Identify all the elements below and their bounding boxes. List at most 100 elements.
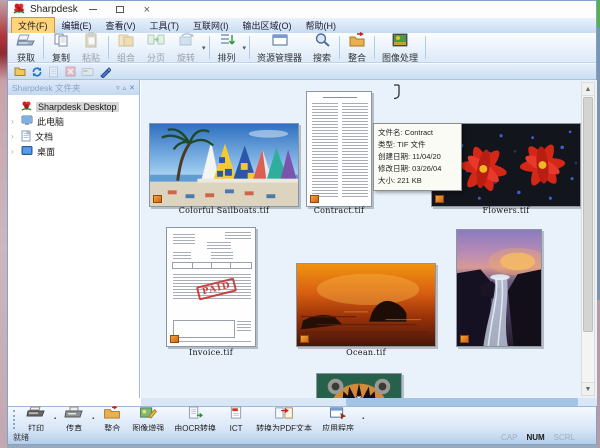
num-lock-indicator: NUM <box>526 433 544 442</box>
folder-pane-title: Sharpdesk 文件夹 <box>12 82 81 94</box>
tree-item-documents[interactable]: › 文档 <box>8 129 139 144</box>
tree-item-label: 此电脑 <box>37 115 64 128</box>
folder-tree: Sharpdesk Desktop › 此电脑 › 文档 › 桌面 <box>8 95 139 159</box>
tooltip-type: 类型: TIF 文件 <box>378 139 457 151</box>
thumbnail-label[interactable]: Colorful Sailboats.tif <box>154 206 294 215</box>
print-button[interactable]: 打印 <box>22 406 50 433</box>
arrange-dropdown-arrow-icon[interactable]: ▾ <box>243 44 247 52</box>
tree-item-label: Sharpdesk Desktop <box>36 102 119 112</box>
thumbnail-label[interactable]: Contract.tif <box>289 206 389 215</box>
compose-folder-icon <box>102 406 122 424</box>
scroll-down-arrow-icon[interactable]: ▼ <box>582 382 594 395</box>
fax-dropdown-arrow-icon[interactable]: ▪ <box>92 416 94 422</box>
applications-button[interactable]: 应用程序 <box>318 406 358 433</box>
thumbnail-contract[interactable] <box>306 91 372 207</box>
sunset-image <box>457 230 541 346</box>
computer-icon <box>21 115 33 128</box>
pane-collapse-icon[interactable]: ▿ <box>116 84 120 92</box>
pane-expand-icon[interactable]: ▵ <box>123 84 127 92</box>
status-ready-text: 就绪 <box>13 432 29 443</box>
tooltip-created: 创建日期: 11/04/20 <box>378 151 457 163</box>
vertical-scrollbar[interactable]: ▲ ▼ <box>581 82 595 396</box>
split-icon <box>146 32 166 53</box>
compose-output-button[interactable]: 整合 <box>98 406 126 433</box>
arrange-icon <box>217 32 237 53</box>
invoice-lines <box>207 242 231 249</box>
output-zone-bar: 打印 ▪ 传真 ▪ 整合 图像增强 由OCR转换 ICT <box>8 406 596 431</box>
paste-icon <box>81 32 101 53</box>
ocr-document-icon <box>185 406 205 424</box>
fax-button[interactable]: 传真 <box>60 406 88 433</box>
scroll-up-arrow-icon[interactable]: ▲ <box>582 83 594 96</box>
document-text-column <box>312 103 338 199</box>
paste-button: 粘贴 <box>76 34 106 62</box>
image-process-button[interactable]: 图像处理 <box>377 34 423 62</box>
tree-item-label: 文档 <box>35 130 53 143</box>
explorer-button[interactable]: 资源管理器 <box>252 34 307 62</box>
document-title-line <box>323 97 357 98</box>
work-area: Colorful Sailboats.tif Contract.tif 文件名:… <box>141 80 597 398</box>
documents-icon <box>21 130 31 144</box>
convert-pdf-text-button[interactable]: 转换为PDF文本 <box>252 406 316 433</box>
minimize-button[interactable] <box>81 3 105 16</box>
search-button[interactable]: 搜索 <box>307 34 337 62</box>
explorer-window-icon <box>270 32 290 53</box>
open-folder-icon[interactable] <box>13 65 26 78</box>
pdf-page-icon <box>226 406 246 424</box>
desktop-icon <box>21 145 33 158</box>
split-button: 分页 <box>141 34 171 62</box>
card-icon <box>81 65 94 78</box>
pdf-text-convert-icon <box>273 406 295 424</box>
ict-button[interactable]: ICT <box>222 406 250 433</box>
mouse-cursor-icon <box>393 84 402 105</box>
toolbar-separator <box>425 36 426 59</box>
expand-chevron-icon[interactable]: › <box>11 132 14 141</box>
tree-item-sharpdesk-desktop[interactable]: Sharpdesk Desktop <box>8 99 139 114</box>
pane-close-icon[interactable]: ✕ <box>129 84 135 92</box>
invoice-lines <box>211 252 233 259</box>
toolbar-separator <box>374 36 375 59</box>
tooltip-filename: 文件名: Contract <box>378 127 457 139</box>
screen: Sharpdesk × 文件(F) 编辑(E) 查看(V) 工具(T) 互联网(… <box>0 0 600 448</box>
thumbnail-label[interactable]: Invoice.tif <box>161 348 261 357</box>
arrange-button[interactable]: 排列 <box>212 34 242 62</box>
scroll-lock-indicator: SCRL <box>554 433 575 442</box>
main-toolbar: 获取 复制 粘贴 组合 分页 旋转 <box>8 33 596 63</box>
app-logo-flower-icon <box>13 1 25 19</box>
acquire-button[interactable]: 获取 <box>11 34 41 62</box>
title-bar: Sharpdesk × <box>8 1 596 18</box>
thumbnail-ocean[interactable] <box>296 263 436 347</box>
tree-item-desktop[interactable]: › 桌面 <box>8 144 139 159</box>
invoice-total-lines <box>237 321 251 331</box>
compose-button[interactable]: 整合 <box>342 34 372 62</box>
refresh-icon[interactable] <box>30 65 43 78</box>
rotate-icon <box>176 32 196 53</box>
print-dropdown-arrow-icon[interactable]: ▪ <box>54 416 56 422</box>
window-title: Sharpdesk <box>30 4 78 15</box>
invoice-footer-line <box>173 341 251 342</box>
horizontal-scroll-thumb[interactable] <box>346 398 578 406</box>
thumbnail-label[interactable]: Ocean.tif <box>316 348 416 357</box>
tree-item-this-pc[interactable]: › 此电脑 <box>8 114 139 129</box>
stamp-pen-icon[interactable] <box>98 65 111 78</box>
close-button[interactable]: × <box>135 3 159 16</box>
rotate-dropdown-arrow-icon: ▾ <box>202 44 206 52</box>
thumbnail-colorful-sailboats[interactable] <box>149 123 299 207</box>
printer-icon <box>26 406 46 424</box>
thumbnail-invoice[interactable]: PAID <box>166 227 256 347</box>
ocr-convert-button[interactable]: 由OCR转换 <box>170 406 220 433</box>
image-enhance-button[interactable]: 图像增强 <box>128 406 168 433</box>
thumbnail-label[interactable]: Flowers.tif <box>456 206 556 215</box>
expand-chevron-icon[interactable]: › <box>11 147 14 156</box>
outputbar-overflow-arrow-icon[interactable]: ▪ <box>362 416 364 422</box>
thumbnail-tiger-partial[interactable] <box>316 373 402 398</box>
tiger-image <box>317 374 401 398</box>
expand-chevron-icon[interactable]: › <box>11 117 14 126</box>
maximize-button[interactable] <box>108 3 132 16</box>
toolbar-grip-handle[interactable] <box>13 410 17 429</box>
copy-button[interactable]: 复制 <box>46 34 76 62</box>
combine-button: 组合 <box>111 34 141 62</box>
vertical-scroll-thumb[interactable] <box>583 97 593 332</box>
tif-type-badge-icon <box>310 195 319 203</box>
thumbnail-sunset[interactable] <box>456 229 542 347</box>
